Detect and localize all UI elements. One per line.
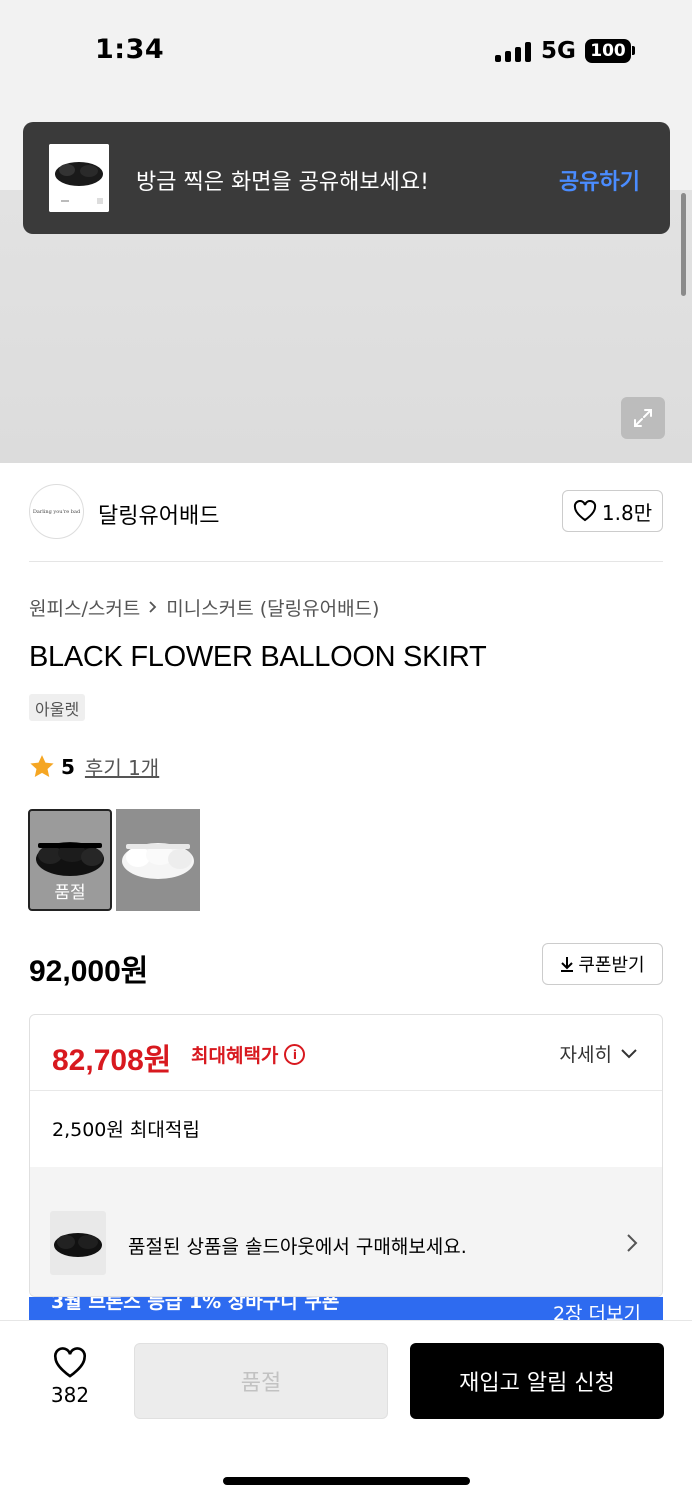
soldout-marketplace-banner[interactable]: 품절된 상품을 솔드아웃에서 구매해보세요. (30, 1167, 662, 1296)
breadcrumb: 원피스/스커트 미니스커트 (달링유어배드) (29, 594, 379, 621)
chevron-down-icon (621, 1048, 637, 1058)
heart-icon (53, 1347, 87, 1378)
coupon-button[interactable]: 쿠폰받기 (542, 943, 663, 985)
outlet-tag: 아울렛 (29, 694, 86, 721)
max-benefit-label: 최대혜택가 i (191, 1041, 306, 1068)
product-title: BLACK FLOWER BALLOON SKIRT (29, 641, 487, 673)
benefit-card: 82,708원 최대혜택가 i 자세히 2,500원 최대적립 품절된 상품을 … (29, 1014, 663, 1297)
color-option-white[interactable] (116, 809, 200, 911)
soldout-label: 품절 (54, 883, 86, 903)
rating: 5 후기 1개 (29, 752, 159, 781)
battery-icon: 100 (585, 39, 631, 63)
share-toast: 방금 찍은 화면을 공유해보세요! 공유하기 (23, 122, 670, 234)
promo-banner[interactable]: 3월 브론즈 등급 1% 장바구니 쿠폰 2장 더보기 (29, 1297, 663, 1321)
share-toast-message: 방금 찍은 화면을 공유해보세요! (136, 170, 429, 195)
original-price: 92,000원 (29, 955, 149, 988)
detail-toggle[interactable]: 자세히 (560, 1040, 638, 1067)
banner-product-image (50, 1211, 106, 1275)
brand-like-button[interactable]: 1.8만 (562, 490, 663, 532)
home-indicator[interactable] (223, 1477, 470, 1485)
expand-icon (634, 409, 652, 427)
star-icon (30, 755, 54, 778)
reviews-link[interactable]: 후기 1개 (85, 752, 159, 781)
promo-text: 3월 브론즈 등급 1% 장바구니 쿠폰 (51, 1297, 340, 1313)
banner-message: 품절된 상품을 솔드아웃에서 구매해보세요. (128, 1236, 467, 1258)
info-icon[interactable]: i (284, 1044, 306, 1065)
wishlist-button[interactable]: 382 (40, 1347, 100, 1407)
divider (29, 561, 663, 562)
max-benefit-row[interactable]: 82,708원 최대혜택가 i 자세히 (30, 1015, 662, 1091)
restock-alert-button[interactable]: 재입고 알림 신청 (410, 1343, 664, 1419)
scrollbar[interactable] (681, 193, 686, 296)
breadcrumb-category[interactable]: 원피스/스커트 (29, 594, 140, 621)
expand-image-button[interactable] (621, 397, 665, 439)
status-time: 1:34 (95, 34, 165, 65)
promo-more-link[interactable]: 2장 더보기 (553, 1299, 641, 1321)
chevron-right-icon (148, 597, 158, 619)
coupon-button-label: 쿠폰받기 (578, 955, 645, 976)
bottom-action-bar: 382 품절 재입고 알림 신청 (0, 1320, 692, 1500)
brand-logo[interactable]: Darling you're bad (29, 484, 84, 539)
battery-tip (632, 46, 635, 55)
color-option-black[interactable]: 품절 (28, 809, 112, 911)
brand-name[interactable]: 달링유어배드 (98, 498, 219, 530)
heart-icon (573, 500, 596, 522)
network-type: 5G (541, 38, 576, 64)
max-benefit-price: 82,708원 (52, 1044, 172, 1077)
breadcrumb-subcategory[interactable]: 미니스커트 (달링유어배드) (166, 594, 379, 621)
max-benefit-text: 최대혜택가 (191, 1045, 279, 1067)
share-button[interactable]: 공유하기 (559, 164, 640, 196)
rating-score: 5 (61, 754, 75, 779)
max-points: 2,500원 최대적립 (52, 1119, 200, 1141)
brand-logo-text: Darling you're bad (32, 508, 81, 515)
chevron-right-icon (627, 1234, 638, 1252)
status-bar: 1:34 5G 100 (0, 0, 692, 110)
brand-like-count: 1.8만 (601, 500, 653, 525)
download-icon (561, 957, 574, 972)
cellular-signal-icon (495, 42, 531, 62)
screenshot-thumbnail[interactable] (49, 144, 109, 212)
detail-label: 자세히 (559, 1044, 612, 1066)
wishlist-count: 382 (50, 1383, 90, 1407)
soldout-button[interactable]: 품절 (134, 1343, 388, 1419)
